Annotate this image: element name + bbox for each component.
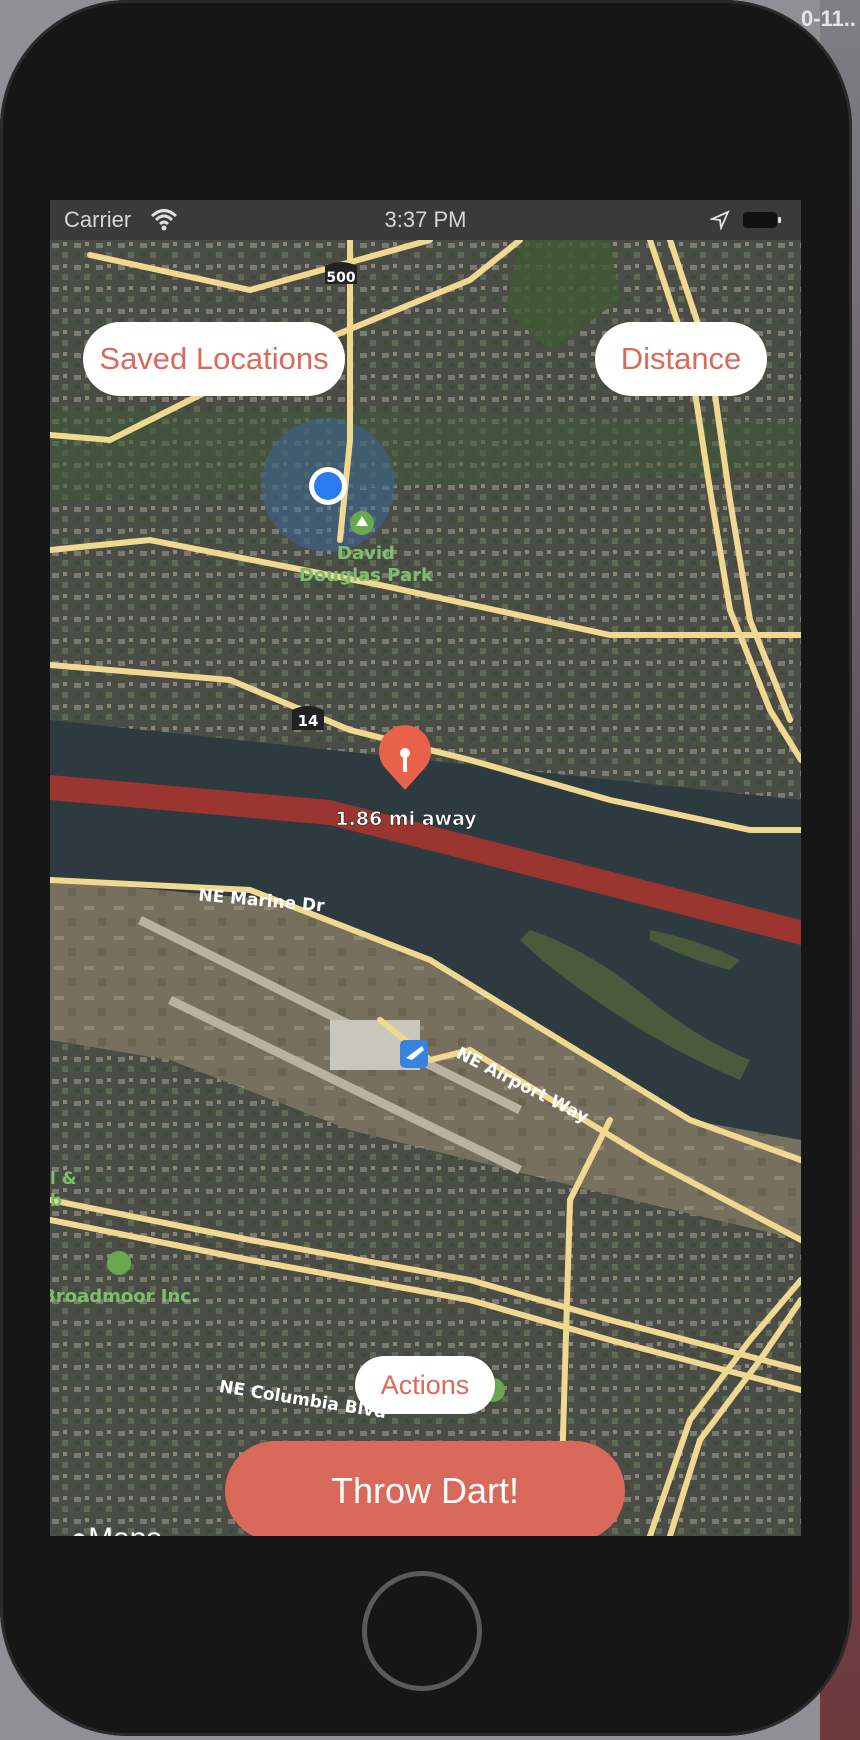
phone-frame: Carrier 3:37 PM David Douglas Park 500 1… [0,0,852,1736]
user-location-dot[interactable] [314,472,342,500]
apple-logo-icon: ● [70,1522,88,1536]
saved-locations-button[interactable]: Saved Locations [83,322,345,396]
poi-partial-line1: l & [50,1169,77,1189]
poi-partial-line2: b [50,1191,62,1211]
pin-distance-label: 1.86 mi away [335,808,477,830]
highway-shield-14: 14 [292,706,324,730]
park-label-line1: David [337,543,395,564]
maps-attribution[interactable]: ●Maps [70,1522,161,1536]
actions-button[interactable]: Actions [355,1356,495,1414]
battery-icon [743,212,781,228]
background-window-label: 0-11.. [800,6,856,31]
location-arrow-icon [710,210,730,230]
park-label-line2: Douglas Park [299,565,434,586]
status-bar: Carrier 3:37 PM [50,200,801,240]
maps-attribution-label: Maps [88,1522,161,1536]
svg-text:500: 500 [326,270,355,286]
throw-dart-button[interactable]: Throw Dart! [225,1441,625,1536]
golf-icon [107,1251,131,1275]
map-view[interactable]: David Douglas Park 500 205 14 NE Mar [50,240,801,1536]
distance-button[interactable]: Distance [595,322,767,396]
highway-shield-500: 500 [325,262,357,286]
poi-broadmoor-label: Broadmoor Inc. [50,1286,198,1307]
screen: Carrier 3:37 PM David Douglas Park 500 1… [50,200,801,1536]
svg-text:14: 14 [298,712,319,730]
status-time: 3:37 PM [384,207,467,232]
home-button[interactable] [362,1571,482,1691]
